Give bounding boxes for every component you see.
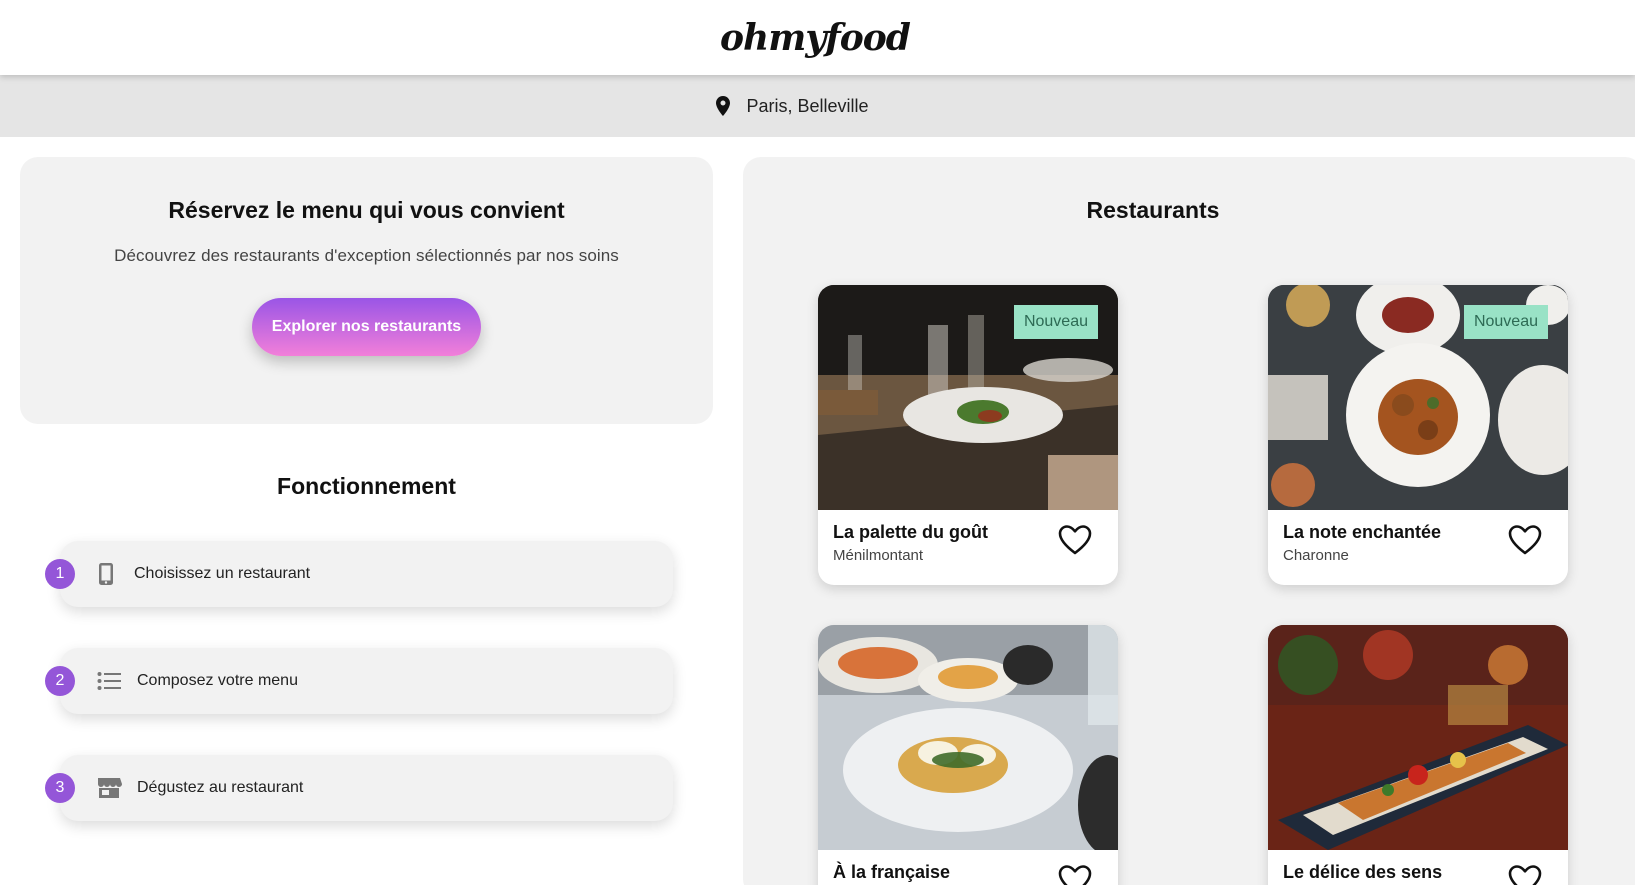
restaurant-card[interactable]: Nouveau La note enchantée Charonne: [1268, 285, 1568, 585]
step-label: Dégustez au restaurant: [137, 779, 304, 796]
card-info: La note enchantée Charonne: [1268, 510, 1568, 585]
how-it-works-title: Fonctionnement: [277, 473, 456, 499]
restaurant-card[interactable]: Nouveau La palette du goût Ménilmontant: [818, 285, 1118, 585]
step-taste-restaurant[interactable]: 3 Dégustez au restaurant: [45, 755, 673, 821]
restaurant-card[interactable]: À la française: [818, 625, 1118, 885]
list-icon: [95, 669, 123, 693]
store-icon: [95, 776, 123, 800]
heart-icon[interactable]: [1508, 864, 1542, 885]
hero-title: Réservez le menu qui vous convient: [168, 197, 565, 223]
logo[interactable]: ohmyfood: [720, 17, 911, 59]
restaurant-image: Nouveau: [1268, 285, 1568, 510]
location-bar: Paris, Belleville: [0, 75, 1635, 137]
step-number: 3: [45, 773, 75, 803]
restaurants-title: Restaurants: [1086, 197, 1220, 223]
location-text: Paris, Belleville: [746, 95, 869, 116]
heart-icon[interactable]: [1058, 864, 1092, 885]
new-badge: Nouveau: [1013, 305, 1098, 339]
heart-icon[interactable]: [1058, 524, 1092, 556]
restaurant-image: Nouveau: [818, 285, 1118, 510]
location[interactable]: Paris, Belleville: [716, 95, 869, 117]
step-number: 1: [45, 559, 75, 589]
restaurant-card[interactable]: Le délice des sens: [1268, 625, 1568, 885]
hero-subtitle: Découvrez des restaurants d'exception sé…: [114, 246, 619, 265]
explore-restaurants-button[interactable]: Explorer nos restaurants: [251, 298, 482, 356]
step-number: 2: [45, 666, 75, 696]
heart-icon[interactable]: [1508, 524, 1542, 556]
site-header: ohmyfood: [0, 0, 1635, 75]
card-info: À la française: [818, 850, 1118, 885]
new-badge: Nouveau: [1463, 305, 1548, 339]
step-compose-menu[interactable]: 2 Composez votre menu: [45, 648, 673, 714]
hero-section: Réservez le menu qui vous convient Décou…: [20, 157, 713, 424]
restaurant-image: [1268, 625, 1568, 850]
step-label: Choisissez un restaurant: [134, 565, 311, 582]
map-pin-icon: [716, 96, 731, 116]
step-choose-restaurant[interactable]: 1 Choisissez un restaurant: [45, 541, 673, 607]
mobile-phone-icon: [92, 562, 120, 586]
restaurant-image: [818, 625, 1118, 850]
step-label: Composez votre menu: [137, 672, 298, 689]
card-info: Le délice des sens: [1268, 850, 1568, 885]
card-info: La palette du goût Ménilmontant: [818, 510, 1118, 585]
restaurants-section: Restaurants Nouveau La palette du goût M…: [743, 157, 1635, 885]
